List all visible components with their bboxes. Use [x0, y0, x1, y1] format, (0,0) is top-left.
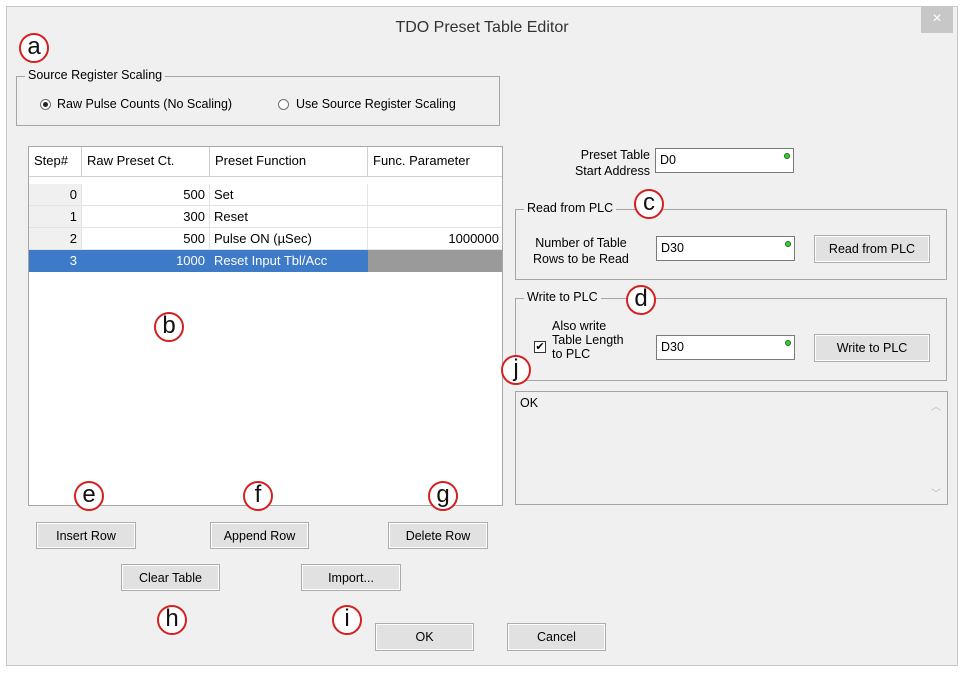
col-header-step[interactable]: Step# — [29, 147, 82, 177]
read-legend: Read from PLC — [524, 201, 617, 215]
cell-step: 2 — [29, 228, 82, 250]
status-log-text: OK — [520, 396, 539, 410]
append-row-button[interactable]: Append Row — [210, 522, 309, 549]
read-rows-input[interactable]: D30 — [656, 236, 795, 261]
import-button[interactable]: Import... — [301, 564, 401, 591]
title-bar: TDO Preset Table Editor × — [7, 7, 957, 49]
write-group: Write to PLC ✔ Also write Table Length t… — [515, 290, 947, 381]
callout-i: i — [332, 605, 362, 635]
callout-d: d — [626, 285, 656, 315]
cell-step: 0 — [29, 184, 82, 206]
write-length-checkbox[interactable]: ✔ — [534, 341, 546, 353]
cell-count[interactable]: 500 — [82, 184, 210, 206]
write-length-label-line3: to PLC — [552, 347, 591, 361]
radio-raw-pulse[interactable] — [40, 99, 51, 110]
read-from-plc-button[interactable]: Read from PLC — [814, 235, 930, 263]
cell-count[interactable]: 300 — [82, 206, 210, 228]
cell-step: 1 — [29, 206, 82, 228]
callout-h: h — [157, 605, 187, 635]
callout-a: a — [19, 33, 49, 63]
preset-address-label-line1: Preset Table — [580, 148, 650, 162]
col-header-function[interactable]: Preset Function — [210, 147, 368, 177]
cell-param[interactable]: 1000000 — [368, 228, 502, 250]
preset-address-input[interactable]: D0 — [655, 148, 794, 173]
cell-count[interactable]: 1000 — [82, 250, 210, 272]
dialog-title: TDO Preset Table Editor — [395, 19, 569, 36]
col-header-param[interactable]: Func. Parameter — [368, 147, 502, 177]
clear-table-button[interactable]: Clear Table — [121, 564, 220, 591]
read-rows-label-line1: Number of Table — [535, 236, 627, 250]
scaling-group: Source Register Scaling Raw Pulse Counts… — [16, 68, 500, 126]
preset-table[interactable]: Step# Raw Preset Ct. Preset Function Fun… — [28, 146, 503, 506]
cell-param[interactable] — [368, 206, 502, 228]
callout-c: c — [634, 189, 664, 219]
callout-f: f — [243, 481, 273, 511]
write-length-input[interactable]: D30 — [656, 335, 795, 360]
write-to-plc-button[interactable]: Write to PLC — [814, 334, 930, 362]
radio-raw-pulse-label[interactable]: Raw Pulse Counts (No Scaling) — [57, 97, 232, 111]
scroll-down-icon[interactable]: ﹀ — [931, 485, 941, 500]
cancel-button[interactable]: Cancel — [507, 623, 606, 651]
close-icon[interactable]: × — [921, 7, 953, 33]
col-header-count[interactable]: Raw Preset Ct. — [82, 147, 210, 177]
indicator-icon — [785, 340, 791, 346]
cell-function[interactable]: Reset — [210, 206, 368, 228]
insert-row-button[interactable]: Insert Row — [36, 522, 136, 549]
scaling-legend: Source Register Scaling — [25, 68, 166, 82]
indicator-icon — [784, 153, 790, 159]
cell-function[interactable]: Reset Input Tbl/Acc — [210, 250, 368, 272]
indicator-icon — [785, 241, 791, 247]
cell-count[interactable]: 500 — [82, 228, 210, 250]
radio-source-scaling[interactable] — [278, 99, 289, 110]
cell-function[interactable]: Pulse ON (µSec) — [210, 228, 368, 250]
radio-source-scaling-label[interactable]: Use Source Register Scaling — [296, 97, 456, 111]
preset-address-label: Preset Table Start Address — [568, 147, 650, 179]
read-rows-label: Number of Table Rows to be Read — [533, 235, 629, 267]
callout-e: e — [74, 481, 104, 511]
read-rows-label-line2: Rows to be Read — [533, 252, 629, 266]
read-group: Read from PLC Number of Table Rows to be… — [515, 201, 947, 280]
cell-step: 3 — [29, 250, 82, 272]
status-log[interactable]: OK ︿ ﹀ — [515, 391, 948, 505]
cell-param[interactable] — [368, 184, 502, 206]
write-legend: Write to PLC — [524, 290, 601, 304]
cell-param[interactable] — [368, 250, 502, 272]
write-length-label[interactable]: Also write Table Length to PLC — [552, 319, 624, 361]
cell-function[interactable]: Set — [210, 184, 368, 206]
callout-g: g — [428, 481, 458, 511]
delete-row-button[interactable]: Delete Row — [388, 522, 488, 549]
write-length-label-line1: Also write — [552, 319, 607, 333]
callout-b: b — [154, 312, 184, 342]
ok-button[interactable]: OK — [375, 623, 474, 651]
write-length-label-line2: Table Length — [552, 333, 624, 347]
dialog-window: TDO Preset Table Editor × Source Registe… — [6, 6, 958, 666]
callout-j: j — [501, 355, 531, 385]
preset-address-label-line2: Start Address — [574, 164, 650, 178]
scroll-up-icon[interactable]: ︿ — [931, 398, 941, 413]
